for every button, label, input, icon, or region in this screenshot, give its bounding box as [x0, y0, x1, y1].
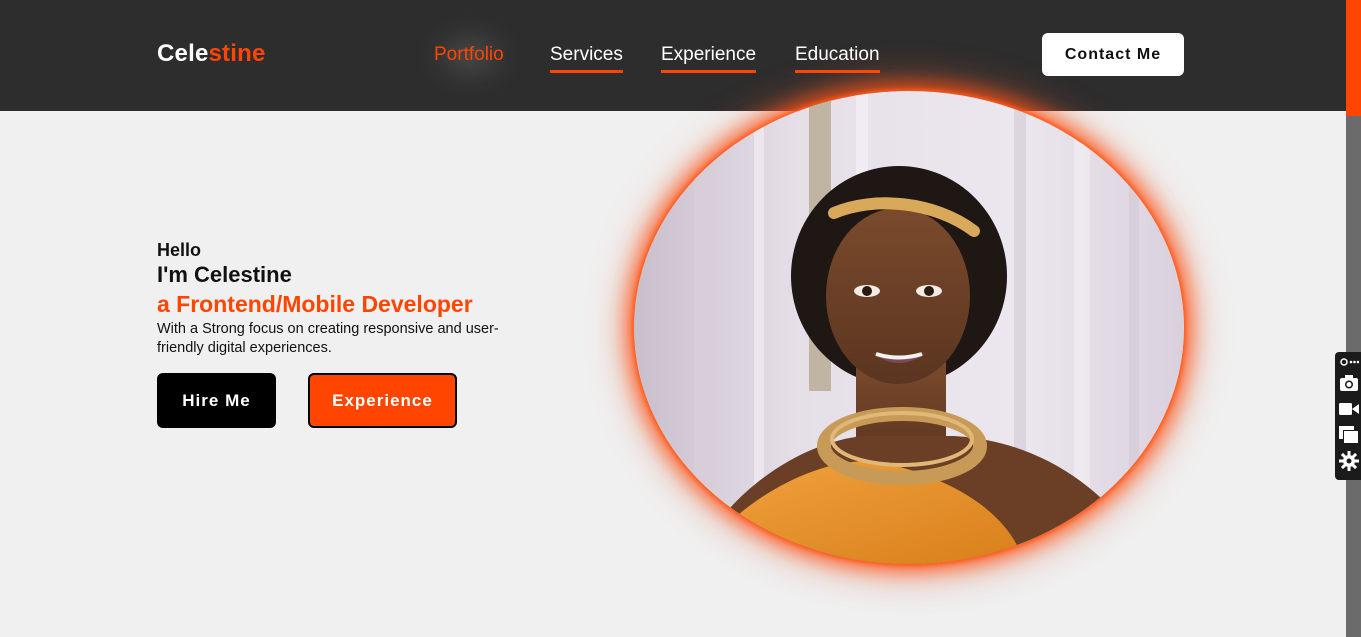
nav-item-experience[interactable]: Experience [661, 44, 757, 73]
scrollbar-thumb[interactable] [1346, 0, 1361, 116]
portrait-illustration [634, 91, 1184, 564]
hero-role: a Frontend/Mobile Developer [157, 291, 473, 317]
hero-description: With a Strong focus on creating responsi… [157, 321, 499, 356]
site-header: Celestine Portfolio Services Experience … [0, 0, 1346, 111]
experience-button[interactable]: Experience [308, 373, 457, 428]
logo-text-accent: stine [208, 40, 266, 67]
gear-icon[interactable] [1338, 450, 1360, 472]
video-camera-icon[interactable] [1338, 398, 1360, 420]
site-logo[interactable]: Celestine [157, 40, 266, 68]
logo-text-first: Cele [157, 40, 209, 67]
contact-me-button[interactable]: Contact Me [1042, 33, 1184, 76]
windows-icon[interactable] [1338, 424, 1360, 446]
page-scrollbar[interactable] [1346, 0, 1361, 637]
side-toolbar [1335, 352, 1361, 480]
hero-name: I'm Celestine [157, 262, 292, 287]
nav-item-portfolio[interactable]: Portfolio [434, 44, 504, 70]
hire-me-button[interactable]: Hire Me [157, 373, 276, 428]
hero-intro: Hello I'm Celestine a Frontend/Mobile De… [157, 240, 537, 358]
link-more-icon[interactable] [1338, 354, 1360, 370]
hero-greeting: Hello [157, 240, 202, 260]
camera-icon[interactable] [1338, 372, 1360, 394]
nav-item-services[interactable]: Services [550, 44, 623, 73]
profile-portrait [634, 91, 1184, 564]
